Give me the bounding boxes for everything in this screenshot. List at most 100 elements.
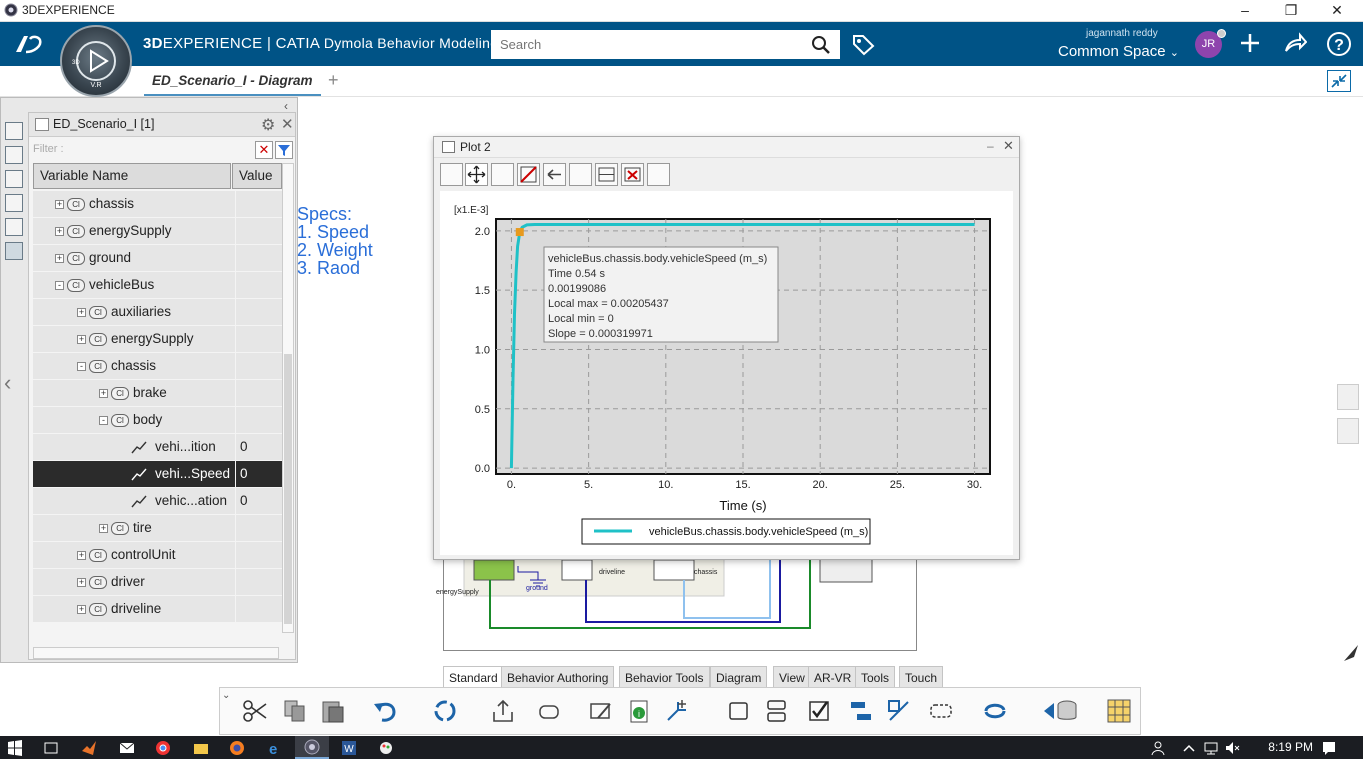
compass-widget[interactable]: V.R 3D bbox=[60, 25, 132, 97]
filter-input[interactable]: Filter : bbox=[33, 143, 64, 155]
windows-start-icon[interactable] bbox=[7, 740, 23, 756]
document-view-icon[interactable] bbox=[5, 194, 23, 212]
expand-icon[interactable]: + bbox=[99, 524, 108, 533]
arrow-left-icon[interactable] bbox=[543, 163, 566, 186]
tab-diagram[interactable]: ED_Scenario_I - Diagram bbox=[144, 70, 321, 96]
paint-icon[interactable] bbox=[378, 740, 394, 756]
align-icon[interactable] bbox=[886, 698, 912, 724]
copy-icon[interactable] bbox=[282, 698, 308, 724]
maximize-window-button[interactable]: ❐ bbox=[1268, 0, 1314, 22]
delete-diagram-icon[interactable] bbox=[621, 163, 644, 186]
zoom-axis-icon[interactable] bbox=[491, 163, 514, 186]
side-comment-icon[interactable] bbox=[1337, 418, 1359, 444]
flow-icon[interactable] bbox=[928, 698, 954, 724]
collapse-icon[interactable]: - bbox=[99, 416, 108, 425]
close-window-button[interactable]: ✕ bbox=[1314, 0, 1360, 22]
clear-filter-icon[interactable]: ✕ bbox=[255, 141, 273, 159]
component-icon[interactable] bbox=[536, 698, 562, 724]
command-tab[interactable]: Standard bbox=[443, 666, 504, 688]
paste-icon[interactable] bbox=[320, 698, 346, 724]
gear-icon[interactable]: ⚙ bbox=[261, 115, 275, 135]
tree-row[interactable]: + Cl tire bbox=[33, 515, 283, 542]
expand-icon[interactable]: + bbox=[77, 605, 86, 614]
clear-plot-icon[interactable] bbox=[517, 163, 540, 186]
expand-icon[interactable]: + bbox=[77, 578, 86, 587]
mail-icon[interactable] bbox=[119, 740, 135, 756]
close-icon[interactable]: ✕ bbox=[281, 115, 294, 133]
people-icon[interactable] bbox=[1151, 740, 1167, 756]
plot-titlebar[interactable]: Plot 2 – ✕ bbox=[434, 137, 1019, 158]
vertical-scrollbar[interactable] bbox=[282, 163, 294, 633]
minimize-plot-button[interactable]: – bbox=[987, 139, 994, 153]
command-tab[interactable]: Tools bbox=[855, 666, 896, 688]
command-tab[interactable]: Behavior Tools bbox=[619, 666, 710, 688]
firefox-icon[interactable] bbox=[229, 740, 245, 756]
taskbar-3dexperience-active[interactable] bbox=[295, 736, 329, 759]
scrollbar-thumb[interactable] bbox=[284, 354, 292, 624]
file-explorer-icon[interactable] bbox=[193, 740, 209, 756]
search-box[interactable] bbox=[491, 30, 840, 59]
help-icon[interactable]: ? bbox=[1326, 31, 1352, 57]
edit-model-icon[interactable] bbox=[588, 698, 614, 724]
edge-icon[interactable]: e bbox=[267, 740, 283, 756]
tree-row[interactable]: vehic...ation 0 bbox=[33, 488, 283, 515]
tree-row[interactable]: + Cl energySupply bbox=[33, 218, 283, 245]
expand-icon[interactable]: + bbox=[77, 308, 86, 317]
tree-row[interactable]: vehi...Speed 0 bbox=[33, 461, 283, 488]
tree-row[interactable]: + Cl controlUnit bbox=[33, 542, 283, 569]
plus-icon[interactable] bbox=[1239, 32, 1261, 54]
tree-row[interactable]: - Cl body bbox=[33, 407, 283, 434]
search-icon[interactable] bbox=[811, 35, 831, 55]
command-tab[interactable]: Diagram bbox=[710, 666, 768, 688]
layout-tree-icon[interactable] bbox=[848, 698, 874, 724]
tree-row[interactable]: + Cl energySupply bbox=[33, 326, 283, 353]
variables-list-icon[interactable] bbox=[440, 163, 463, 186]
tree-row[interactable]: + Cl chassis bbox=[33, 191, 283, 218]
model-view-icon[interactable] bbox=[5, 146, 23, 164]
collapse-icon[interactable]: - bbox=[55, 281, 64, 290]
tree-row[interactable]: - Cl chassis bbox=[33, 353, 283, 380]
notifications-icon[interactable] bbox=[1321, 740, 1337, 756]
funnel-icon[interactable] bbox=[275, 141, 293, 159]
column-header-value[interactable]: Value bbox=[232, 163, 282, 189]
model-diagram[interactable]: energySupply ground driveline chassis bbox=[436, 557, 917, 651]
undo-icon[interactable] bbox=[372, 698, 398, 724]
split-horizontal-icon[interactable] bbox=[595, 163, 618, 186]
column-header-name[interactable]: Variable Name bbox=[33, 163, 231, 189]
check-icon[interactable] bbox=[806, 698, 832, 724]
tree-row[interactable]: - Cl vehicleBus bbox=[33, 272, 283, 299]
line-chart[interactable]: [x1.E-3] 0. 5. 10. 15. 20. 25. 30. 0.0 0.5 1.0 1.5 2… bbox=[440, 191, 1013, 555]
database-icon[interactable] bbox=[1054, 698, 1080, 724]
clock[interactable]: 8:19 PM bbox=[1268, 740, 1313, 754]
matlab-icon[interactable] bbox=[81, 740, 97, 756]
info-icon[interactable]: i bbox=[626, 698, 652, 724]
resize-arrow-icon[interactable] bbox=[1342, 643, 1360, 663]
tree-row[interactable]: + Cl driver bbox=[33, 569, 283, 596]
command-tab[interactable]: Touch bbox=[899, 666, 944, 688]
expand-icon[interactable]: + bbox=[77, 551, 86, 560]
rectangle-icon[interactable] bbox=[726, 698, 752, 724]
tree-row[interactable]: vehi...ition 0 bbox=[33, 434, 283, 461]
split-block-icon[interactable] bbox=[764, 698, 790, 724]
expand-icon[interactable]: + bbox=[55, 200, 64, 209]
chrome-icon[interactable] bbox=[155, 740, 171, 756]
pan-icon[interactable] bbox=[465, 163, 488, 186]
expand-icon[interactable]: + bbox=[55, 227, 64, 236]
tree-row[interactable]: + Cl auxiliaries bbox=[33, 299, 283, 326]
plot-view-icon[interactable] bbox=[5, 170, 23, 188]
share-icon[interactable] bbox=[1283, 32, 1307, 54]
tree-row[interactable]: + Cl driveline bbox=[33, 596, 283, 623]
chevron-up-icon[interactable] bbox=[1181, 740, 1197, 756]
horizontal-scrollbar[interactable] bbox=[33, 647, 279, 659]
panel-collapse-icon[interactable]: ‹ bbox=[284, 99, 288, 113]
action-bar-collapse-icon[interactable]: ⌄ bbox=[222, 690, 230, 701]
plot-area[interactable]: [x1.E-3] 0. 5. 10. 15. 20. 25. 30. 0.0 0.5 1.0 1.5 2… bbox=[440, 191, 1013, 555]
task-view-icon[interactable] bbox=[43, 740, 59, 756]
plot-setup-icon[interactable] bbox=[569, 163, 592, 186]
plot-window[interactable]: Plot 2 – ✕ [x1.E-3] 0. 5. 10. 15. 20. 25. 30. 0.… bbox=[433, 136, 1020, 560]
collapse-fullscreen-button[interactable] bbox=[1327, 70, 1351, 92]
command-tab[interactable]: AR-VR bbox=[808, 666, 858, 688]
expand-icon[interactable]: + bbox=[55, 254, 64, 263]
search-input[interactable] bbox=[491, 30, 801, 59]
layout-view-icon[interactable] bbox=[5, 218, 23, 236]
